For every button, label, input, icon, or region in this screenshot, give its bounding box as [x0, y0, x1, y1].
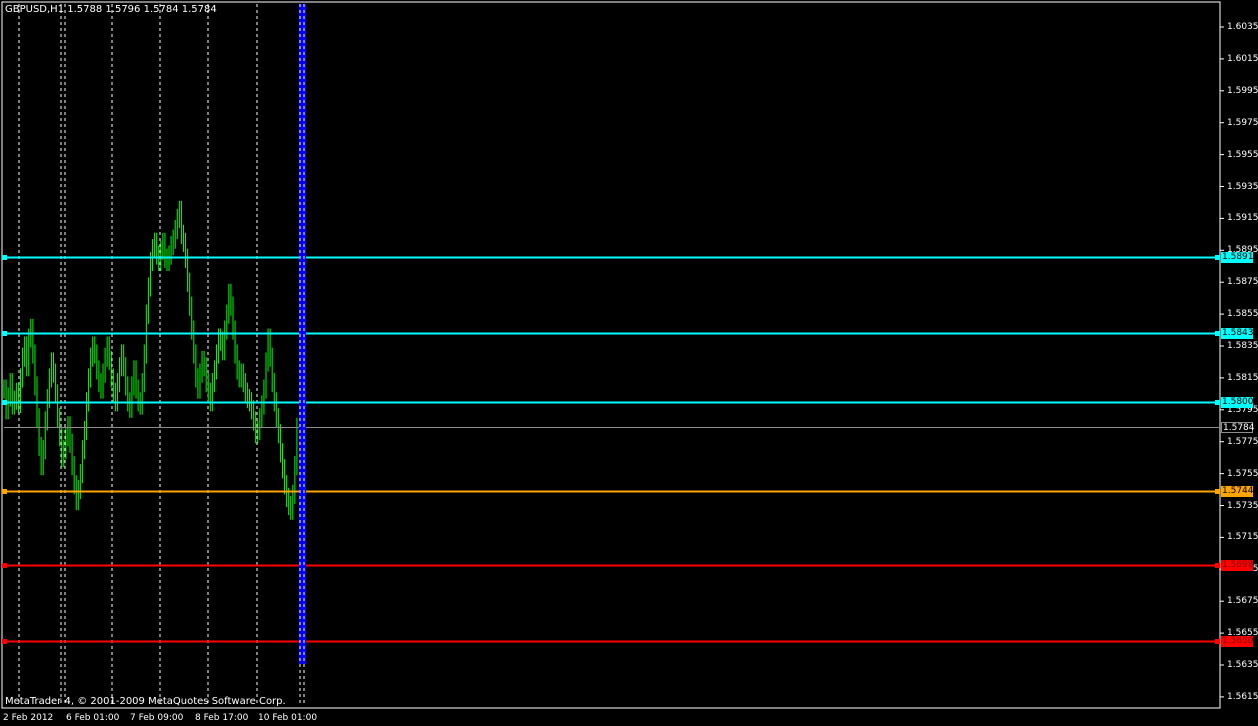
- level-price-label: 1.5650: [1221, 636, 1254, 647]
- price-axis-label: 1.5995: [1227, 85, 1258, 96]
- time-axis-label: 2 Feb 2012: [3, 713, 54, 723]
- level-price-label: 1.5891: [1221, 252, 1254, 263]
- level-handle[interactable]: [2, 255, 7, 260]
- time-axis-label: 7 Feb 09:00: [130, 713, 184, 723]
- level-price-label: 1.5744: [1221, 486, 1254, 497]
- price-axis-label: 1.6015: [1227, 53, 1258, 64]
- level-handle[interactable]: [2, 489, 7, 494]
- price-axis-label: 1.5975: [1227, 117, 1258, 128]
- time-axis-label: 8 Feb 17:00: [195, 713, 249, 723]
- price-axis-label: 1.5875: [1227, 277, 1258, 288]
- level-handle[interactable]: [2, 639, 7, 644]
- level-price-label: 1.5843: [1221, 328, 1254, 339]
- time-axis-label: 6 Feb 01:00: [66, 713, 120, 723]
- price-axis-label: 1.5915: [1227, 213, 1258, 224]
- level-price-label: 1.5698: [1221, 560, 1254, 571]
- price-chart[interactable]: [0, 0, 1258, 726]
- price-axis-label: 1.5755: [1227, 468, 1258, 479]
- horizontal-levels: [2, 255, 1220, 644]
- price-axis-label: 1.5635: [1227, 660, 1258, 670]
- price-axis-label: 1.5715: [1227, 532, 1258, 543]
- price-axis-label: 1.5935: [1227, 181, 1258, 192]
- level-handle[interactable]: [1215, 400, 1220, 405]
- copyright-text: MetaTrader 4, © 2001-2009 MetaQuotes Sof…: [5, 696, 286, 707]
- level-handle[interactable]: [1215, 255, 1220, 260]
- level-handle[interactable]: [2, 400, 7, 405]
- price-axis-label: 1.5735: [1227, 500, 1258, 511]
- price-axis-label: 1.5835: [1227, 341, 1258, 351]
- level-price-label: 1.5800: [1221, 397, 1254, 408]
- price-axis-label: 1.5815: [1227, 372, 1258, 383]
- level-handle[interactable]: [1215, 563, 1220, 568]
- level-handle[interactable]: [2, 331, 7, 336]
- time-axis-label: 10 Feb 01:00: [258, 713, 318, 723]
- price-axis-label: 1.5775: [1227, 436, 1258, 447]
- level-handle[interactable]: [2, 563, 7, 568]
- chart-frame: [1, 1, 1221, 709]
- price-axis-label: 1.6035: [1227, 22, 1258, 32]
- price-axis-ticks: [1220, 26, 1224, 698]
- price-axis-label: 1.5675: [1227, 596, 1258, 607]
- level-handle[interactable]: [1215, 489, 1220, 494]
- chart-title: GBPUSD,H1 1.5788 1.5796 1.5784 1.5784: [5, 4, 217, 15]
- level-handle[interactable]: [1215, 639, 1220, 644]
- price-axis-label: 1.5615: [1227, 691, 1258, 702]
- candlesticks: [3, 200, 298, 520]
- price-axis-label: 1.5855: [1227, 309, 1258, 320]
- current-price-label: 1.5784: [1221, 422, 1255, 433]
- period-separators: [18, 4, 258, 706]
- price-axis-label: 1.5955: [1227, 149, 1258, 160]
- level-handle[interactable]: [1215, 331, 1220, 336]
